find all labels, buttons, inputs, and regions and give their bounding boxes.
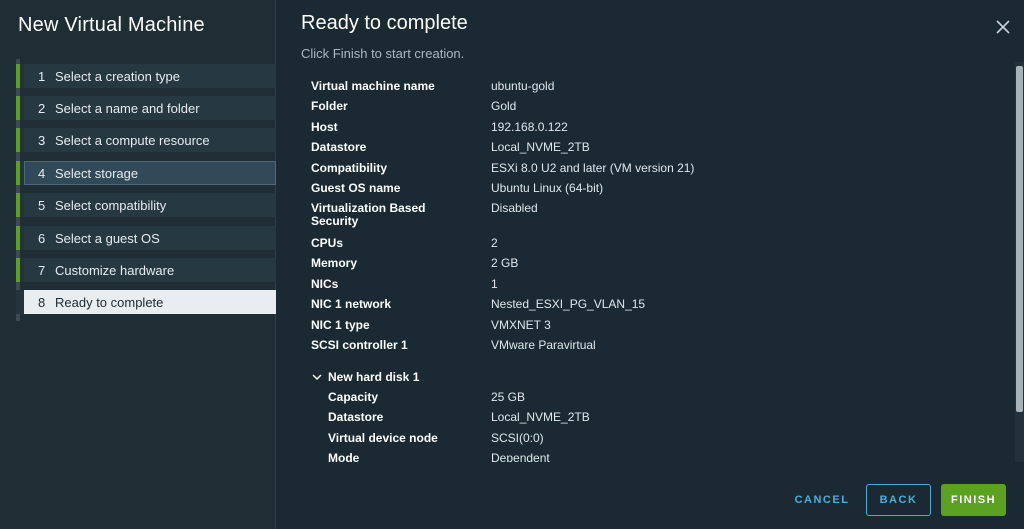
step-number: 5 bbox=[38, 197, 46, 213]
disk-value: SCSI(0:0) bbox=[491, 431, 544, 445]
summary-value: 2 GB bbox=[491, 256, 519, 270]
step-8-ready-to-complete[interactable]: 8 Ready to complete bbox=[16, 290, 276, 314]
step-2-name-folder[interactable]: 2 Select a name and folder bbox=[16, 96, 276, 120]
summary-key: Datastore bbox=[311, 140, 367, 154]
summary-key: SCSI controller 1 bbox=[311, 338, 408, 352]
cancel-button[interactable]: CANCEL bbox=[789, 484, 855, 516]
step-number: 7 bbox=[38, 262, 46, 278]
disk-value: Local_NVME_2TB bbox=[491, 410, 590, 424]
step-6-guest-os[interactable]: 6 Select a guest OS bbox=[16, 226, 276, 250]
step-number: 2 bbox=[38, 100, 46, 116]
summary-value: VMXNET 3 bbox=[491, 318, 551, 332]
summary-value: Ubuntu Linux (64-bit) bbox=[491, 181, 604, 195]
page-title: Ready to complete bbox=[301, 12, 468, 34]
summary-key: CPUs bbox=[311, 236, 344, 250]
disk-key: Datastore bbox=[328, 410, 384, 424]
disk-key: Capacity bbox=[328, 390, 379, 404]
summary-key: Host bbox=[311, 120, 338, 134]
chevron-down-icon bbox=[312, 374, 322, 381]
step-3-compute-resource[interactable]: 3 Select a compute resource bbox=[16, 128, 276, 152]
summary-value: ESXi 8.0 U2 and later (VM version 21) bbox=[491, 161, 695, 175]
disk-value: Dependent bbox=[491, 451, 550, 463]
summary-key: Virtual machine name bbox=[311, 79, 435, 93]
step-label: Select a guest OS bbox=[55, 230, 160, 246]
summary-value: 1 bbox=[491, 277, 498, 291]
step-number: 3 bbox=[38, 132, 46, 148]
summary-key: Folder bbox=[311, 99, 348, 113]
finish-button[interactable]: FINISH bbox=[941, 484, 1006, 516]
step-number: 6 bbox=[38, 230, 46, 246]
summary-key: NICs bbox=[311, 277, 339, 291]
disk-section-title: New hard disk 1 bbox=[328, 370, 420, 384]
summary-value: VMware Paravirtual bbox=[491, 338, 596, 352]
step-7-customize-hardware[interactable]: 7 Customize hardware bbox=[16, 258, 276, 282]
step-4-storage[interactable]: 4 Select storage bbox=[16, 161, 276, 185]
summary-value: Local_NVME_2TB bbox=[491, 140, 590, 154]
step-number: 8 bbox=[38, 294, 46, 310]
summary-key: Guest OS name bbox=[311, 181, 401, 195]
disk-value: 25 GB bbox=[491, 390, 526, 404]
wizard-main: Ready to complete Click Finish to start … bbox=[277, 0, 1024, 529]
summary-value: 192.168.0.122 bbox=[491, 120, 568, 134]
step-label: Select a compute resource bbox=[55, 132, 210, 148]
page-subtitle: Click Finish to start creation. bbox=[301, 46, 465, 61]
step-5-compatibility[interactable]: 5 Select compatibility bbox=[16, 193, 276, 217]
back-button[interactable]: BACK bbox=[866, 484, 931, 516]
step-label: Select a creation type bbox=[55, 68, 181, 84]
summary-value: ubuntu-gold bbox=[491, 79, 555, 93]
summary-key: Virtualization Based Security bbox=[311, 201, 426, 228]
summary-value: 2 bbox=[491, 236, 498, 250]
summary-value: Disabled bbox=[491, 201, 538, 215]
disk-section-toggle[interactable]: New hard disk 1 bbox=[311, 370, 419, 384]
disk-key: Virtual device node bbox=[328, 431, 438, 445]
step-label: Ready to complete bbox=[55, 294, 164, 310]
step-number: 4 bbox=[38, 165, 46, 181]
summary-key: Memory bbox=[311, 256, 358, 270]
summary-list: Virtual machine name ubuntu-gold Folder … bbox=[311, 76, 1001, 463]
wizard-title: New Virtual Machine bbox=[18, 14, 205, 36]
step-number: 1 bbox=[38, 68, 46, 84]
step-label: Select storage bbox=[55, 165, 139, 181]
step-label: Select compatibility bbox=[55, 197, 167, 213]
scrollbar-thumb[interactable] bbox=[1016, 66, 1023, 412]
disk-key: Mode bbox=[328, 451, 360, 463]
summary-key: NIC 1 type bbox=[311, 318, 370, 332]
step-label: Customize hardware bbox=[55, 262, 175, 278]
wizard-sidebar: New Virtual Machine 1 Select a creation … bbox=[0, 0, 276, 529]
summary-value: Gold bbox=[491, 99, 517, 113]
step-1-creation-type[interactable]: 1 Select a creation type bbox=[16, 64, 276, 88]
step-label: Select a name and folder bbox=[55, 100, 200, 116]
summary-key: NIC 1 network bbox=[311, 297, 392, 311]
close-icon[interactable] bbox=[994, 18, 1012, 36]
summary-value: Nested_ESXI_PG_VLAN_15 bbox=[491, 297, 646, 311]
summary-key: Compatibility bbox=[311, 161, 388, 175]
